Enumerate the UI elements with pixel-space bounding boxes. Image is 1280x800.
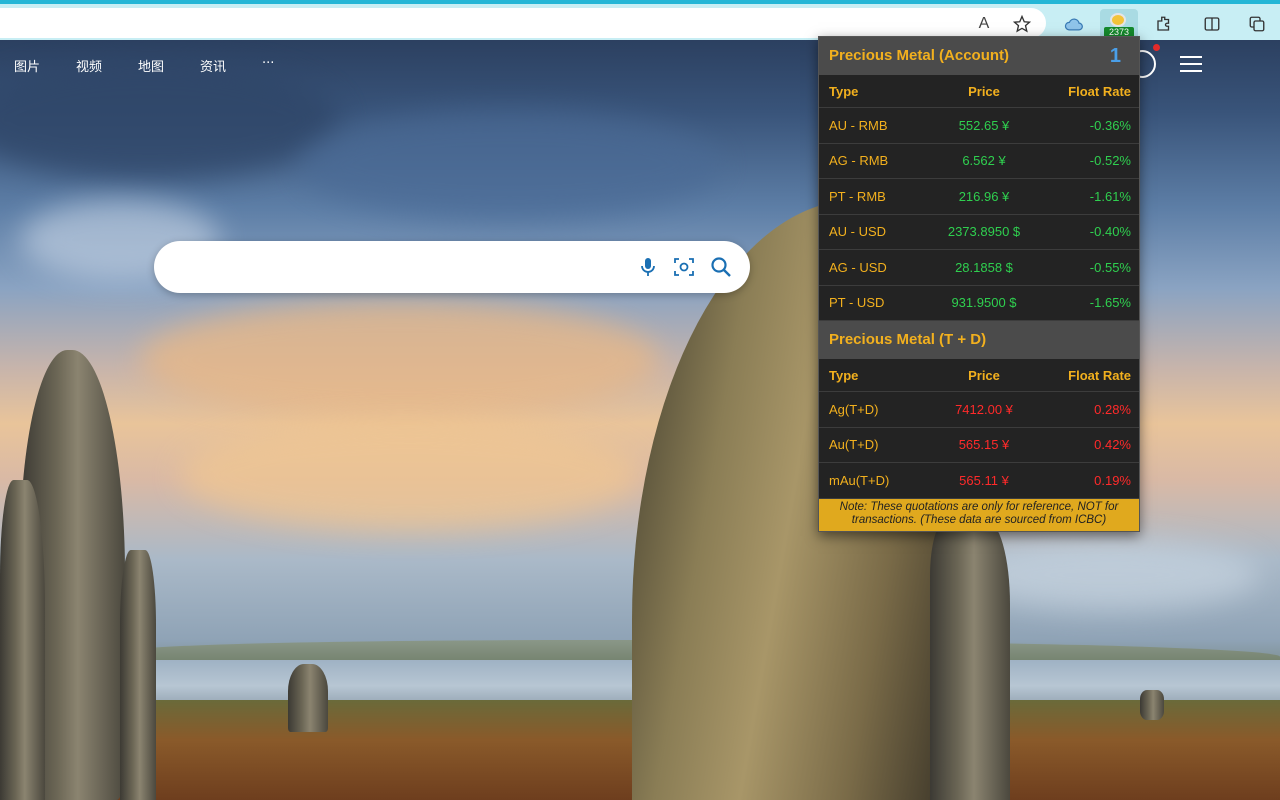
col-float-rate: Float Rate bbox=[1068, 367, 1131, 383]
row-rate: 0.19% bbox=[1094, 472, 1131, 488]
row-type: mAu(T+D) bbox=[829, 472, 890, 488]
visual-search-icon[interactable] bbox=[672, 255, 696, 279]
row-price: 931.9500 $ bbox=[951, 295, 1017, 311]
row-type: PT - RMB bbox=[829, 188, 886, 204]
row-type: AG - USD bbox=[829, 259, 887, 275]
row-rate: -0.55% bbox=[1089, 259, 1131, 275]
row-rate: -0.52% bbox=[1089, 153, 1131, 169]
gold-price-extension-icon bbox=[1110, 13, 1126, 27]
row-type: Ag(T+D) bbox=[829, 401, 879, 417]
search-box bbox=[154, 241, 750, 293]
row-price: 28.1858 $ bbox=[955, 259, 1013, 275]
nav-maps[interactable]: 地图 bbox=[138, 56, 200, 75]
read-aloud-label: A bbox=[978, 15, 990, 32]
collections-icon[interactable] bbox=[1245, 12, 1269, 36]
row-price: 6.562 ¥ bbox=[962, 153, 1006, 169]
precious-metal-popup: Precious Metal (Account) 1 Type Price Fl… bbox=[818, 36, 1140, 532]
row-type: Au(T+D) bbox=[829, 437, 879, 453]
account-table-header: Type Price Float Rate bbox=[819, 75, 1139, 108]
row-price: 565.15 ¥ bbox=[958, 437, 1010, 453]
row-type: PT - USD bbox=[829, 295, 885, 311]
cloud-extension-icon[interactable] bbox=[1062, 12, 1086, 36]
nav-images[interactable]: 图片 bbox=[14, 56, 76, 75]
td-section-title: Precious Metal (T + D) bbox=[829, 331, 987, 348]
notification-dot bbox=[1153, 44, 1160, 51]
microphone-icon[interactable] bbox=[636, 255, 660, 279]
td-section-header: Precious Metal (T + D) bbox=[819, 321, 1139, 359]
col-type: Type bbox=[829, 367, 859, 383]
extensions-icon[interactable] bbox=[1152, 12, 1176, 36]
row-type: AU - RMB bbox=[829, 117, 888, 133]
table-row: Au(T+D) 565.15 ¥ 0.42% bbox=[819, 428, 1139, 463]
disclaimer-note: Note: These quotations are only for refe… bbox=[819, 498, 1139, 531]
nav-videos[interactable]: 视频 bbox=[76, 56, 138, 75]
nav-more[interactable]: ··· bbox=[262, 56, 324, 75]
nav-news[interactable]: 资讯 bbox=[200, 56, 262, 75]
browser-toolbar: A 2373 bbox=[0, 0, 1280, 41]
row-price: 216.96 ¥ bbox=[958, 188, 1010, 204]
col-price: Price bbox=[968, 83, 1000, 99]
top-nav: 图片 视频 地图 资讯 ··· bbox=[14, 56, 324, 75]
row-price: 2373.8950 $ bbox=[947, 224, 1021, 240]
search-input[interactable] bbox=[178, 253, 618, 281]
row-rate: 0.28% bbox=[1094, 401, 1131, 417]
row-type: AG - RMB bbox=[829, 153, 889, 169]
row-price: 552.65 ¥ bbox=[958, 117, 1010, 133]
hamburger-menu-icon[interactable] bbox=[1180, 56, 1202, 72]
table-row: mAu(T+D) 565.11 ¥ 0.19% bbox=[819, 463, 1139, 499]
table-row: AU - USD 2373.8950 $ -0.40% bbox=[819, 215, 1139, 250]
address-bar[interactable] bbox=[0, 8, 1046, 38]
row-price: 7412.00 ¥ bbox=[955, 401, 1013, 417]
row-price: 565.11 ¥ bbox=[959, 472, 1009, 488]
col-price: Price bbox=[968, 367, 1000, 383]
split-screen-icon[interactable] bbox=[1200, 12, 1224, 36]
read-aloud-icon[interactable]: A bbox=[972, 12, 996, 36]
account-section-title: Precious Metal (Account) bbox=[829, 47, 1010, 64]
td-table-header: Type Price Float Rate bbox=[819, 359, 1139, 392]
row-rate: -1.61% bbox=[1089, 188, 1131, 204]
page-number[interactable]: 1 bbox=[1110, 37, 1121, 75]
favorite-star-icon[interactable] bbox=[1010, 12, 1034, 36]
table-row: AG - USD 28.1858 $ -0.55% bbox=[819, 250, 1139, 286]
account-section-header: Precious Metal (Account) 1 bbox=[819, 37, 1139, 75]
table-row: AU - RMB 552.65 ¥ -0.36% bbox=[819, 108, 1139, 144]
col-float-rate: Float Rate bbox=[1068, 83, 1131, 99]
row-rate: -1.65% bbox=[1089, 295, 1131, 311]
table-row: PT - RMB 216.96 ¥ -1.61% bbox=[819, 179, 1139, 215]
row-rate: 0.42% bbox=[1094, 437, 1131, 453]
col-type: Type bbox=[829, 83, 859, 99]
table-row: PT - USD 931.9500 $ -1.65% bbox=[819, 286, 1139, 321]
row-rate: -0.40% bbox=[1089, 224, 1131, 240]
row-rate: -0.36% bbox=[1089, 117, 1131, 133]
row-type: AU - USD bbox=[829, 224, 887, 240]
table-row: AG - RMB 6.562 ¥ -0.52% bbox=[819, 144, 1139, 179]
search-icon[interactable] bbox=[709, 255, 733, 279]
table-row: Ag(T+D) 7412.00 ¥ 0.28% bbox=[819, 392, 1139, 428]
